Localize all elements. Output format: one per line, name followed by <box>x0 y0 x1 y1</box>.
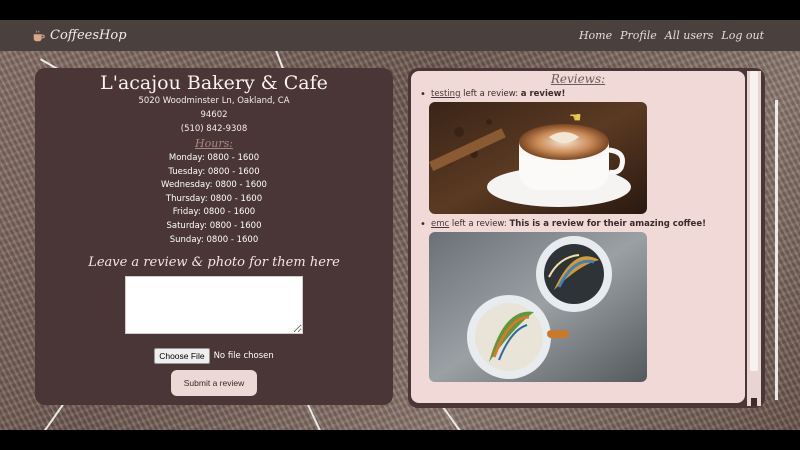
review-form-heading: Leave a review & photo for them here <box>88 255 340 271</box>
review-user-link[interactable]: testing <box>431 89 460 99</box>
cafe-address-line2: 94602 <box>200 110 228 120</box>
choose-file-button[interactable]: Choose File <box>154 348 210 365</box>
review-item: testing left a review: a review! <box>411 89 745 214</box>
hours-item-sunday: Sunday: 0800 - 1600 <box>169 234 259 245</box>
hours-item-wednesday: Wednesday: 0800 - 1600 <box>161 180 267 191</box>
nav-link-home[interactable]: Home <box>579 29 612 42</box>
nav-link-all-users[interactable]: All users <box>665 29 714 42</box>
cafe-name: L'acajou Bakery & Cafe <box>100 72 328 94</box>
hours-list: Monday: 0800 - 1600 Tuesday: 0800 - 1600… <box>35 152 393 247</box>
latte-cup-image <box>429 102 647 214</box>
submit-review-button[interactable]: Submit a review <box>170 370 258 397</box>
review-text: This is a review for their amazing coffe… <box>509 219 706 229</box>
cafe-address-line1: 5020 Woodminster Ln, Oakland, CA <box>138 96 290 106</box>
cafe-phone: (510) 842-9308 <box>180 124 248 134</box>
review-middle-text: left a review: <box>460 89 521 99</box>
hours-item-friday: Friday: 0800 - 1600 <box>172 207 256 218</box>
brand[interactable]: CoffeesHop <box>32 28 127 43</box>
review-middle-text: left a review: <box>449 219 510 229</box>
file-status: No file chosen <box>213 351 274 362</box>
hours-item-tuesday: Tuesday: 0800 - 1600 <box>168 166 260 177</box>
app-viewport: CoffeesHop Home Profile All users Log ou… <box>0 20 800 430</box>
colorful-latte-art-photo <box>429 232 647 382</box>
mouse-cursor-icon: ☚ <box>569 110 582 126</box>
nav-links: Home Profile All users Log out <box>579 29 764 42</box>
coffee-cup-icon <box>33 29 45 41</box>
hours-title: Hours: <box>195 137 233 150</box>
latte-art-image <box>429 232 647 382</box>
latte-cup-photo <box>429 102 647 214</box>
hours-item-monday: Monday: 0800 - 1600 <box>168 153 260 163</box>
background-streak <box>775 100 778 400</box>
cafe-info-panel: L'acajou Bakery & Cafe 5020 Woodminster … <box>35 68 393 405</box>
review-textarea[interactable] <box>125 276 303 335</box>
reviews-scrollbar[interactable] <box>747 71 761 406</box>
nav-link-log-out[interactable]: Log out <box>721 29 764 42</box>
scrollbar-thumb[interactable] <box>750 71 758 371</box>
reviews-title: Reviews: <box>550 72 606 86</box>
hours-item-saturday: Saturday: 0800 - 1600 <box>166 220 262 231</box>
hours-item-thursday: Thursday: 0800 - 1600 <box>165 193 263 204</box>
brand-name: CoffeesHop <box>50 28 127 43</box>
reviews-panel: Reviews: testing left a review: a review… <box>408 68 765 408</box>
review-item: emc left a review: This is a review for … <box>411 219 745 382</box>
navbar: CoffeesHop Home Profile All users Log ou… <box>0 20 800 51</box>
nav-link-profile[interactable]: Profile <box>620 29 657 42</box>
file-upload-row: Choose File No file chosen <box>35 348 393 365</box>
review-user-link[interactable]: emc <box>431 219 449 229</box>
scroll-down-arrow[interactable] <box>751 398 757 406</box>
review-text: a review! <box>520 89 566 99</box>
